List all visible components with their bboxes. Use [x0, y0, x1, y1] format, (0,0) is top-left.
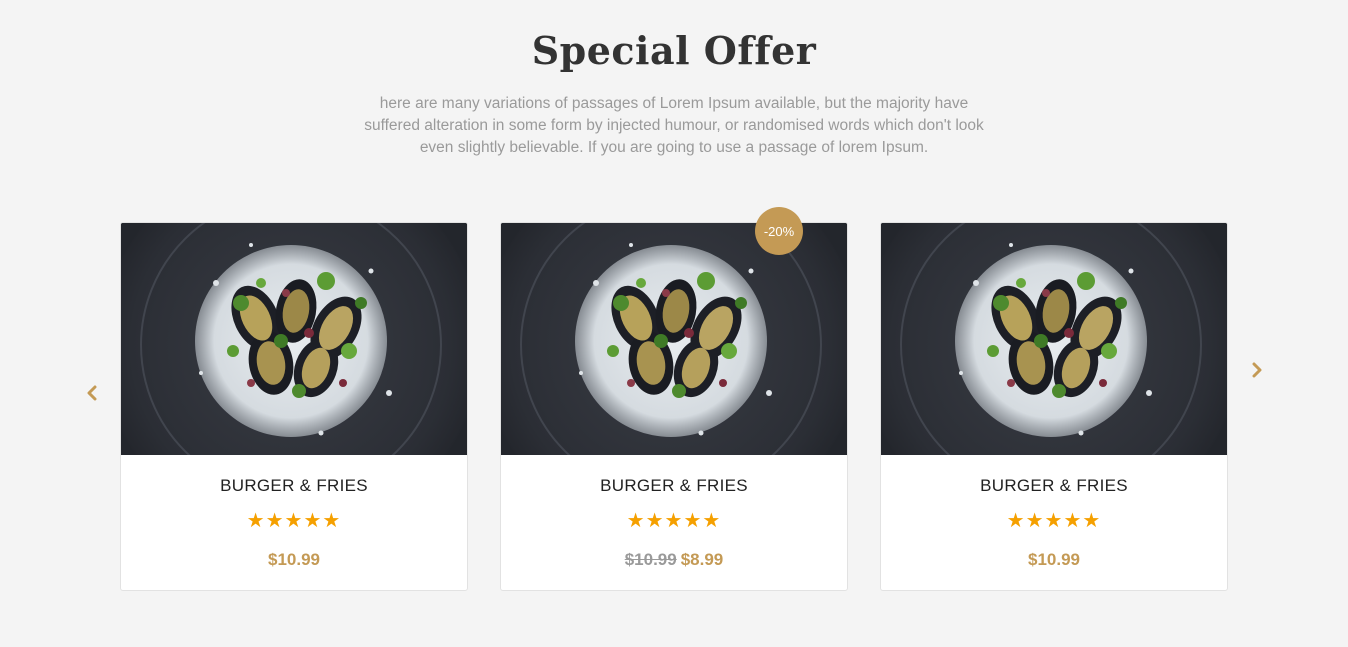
- product-image[interactable]: [881, 223, 1227, 455]
- product-name[interactable]: BURGER & FRIES: [501, 476, 847, 496]
- product-card[interactable]: BURGER & FRIES ★★★★★ $10.99 $8.99: [500, 222, 848, 591]
- carousel-prev-button[interactable]: [80, 381, 104, 405]
- section-description: here are many variations of passages of …: [364, 95, 984, 156]
- current-price: $10.99: [268, 550, 320, 569]
- current-price: $10.99: [1028, 550, 1080, 569]
- product-price: $10.99: [121, 550, 467, 570]
- old-price: $10.99: [624, 550, 677, 569]
- product-card[interactable]: BURGER & FRIES ★★★★★ $10.99: [880, 222, 1228, 591]
- chevron-left-icon: [87, 385, 97, 401]
- section-title: Special Offer: [531, 28, 817, 73]
- product-price: $10.99: [881, 550, 1227, 570]
- current-price: $8.99: [680, 550, 724, 569]
- product-name[interactable]: BURGER & FRIES: [881, 476, 1227, 496]
- product-card[interactable]: BURGER & FRIES ★★★★★ $10.99: [120, 222, 468, 591]
- product-price: $10.99 $8.99: [501, 550, 847, 570]
- chevron-right-icon: [1252, 362, 1262, 378]
- star-rating: ★★★★★: [246, 508, 342, 532]
- product-name[interactable]: BURGER & FRIES: [121, 476, 467, 496]
- product-image[interactable]: [121, 223, 467, 455]
- carousel-next-button[interactable]: [1245, 358, 1269, 382]
- star-rating: ★★★★★: [1006, 508, 1102, 532]
- product-image[interactable]: [501, 223, 847, 455]
- star-rating: ★★★★★: [626, 508, 722, 532]
- discount-badge: -20%: [755, 207, 803, 255]
